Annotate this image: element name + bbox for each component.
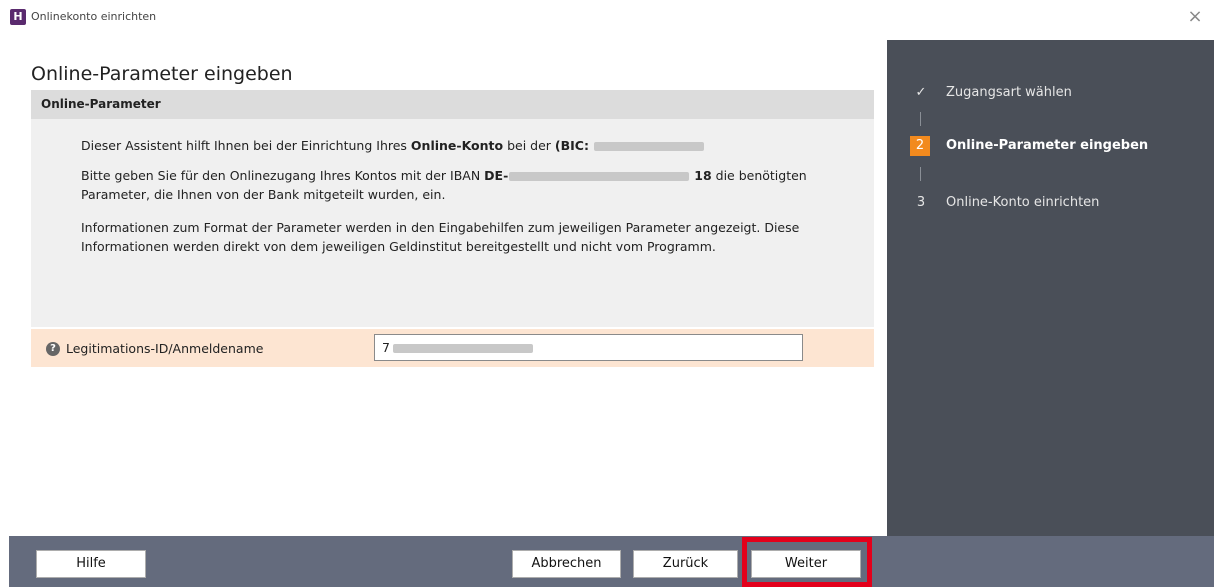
close-icon[interactable]: ×	[1184, 6, 1206, 28]
legitimation-id-input[interactable]: 7	[374, 334, 803, 361]
step-label: Online-Konto einrichten	[946, 195, 1100, 210]
title-bar: H Onlinekonto einrichten ×	[0, 0, 1214, 40]
step-connector	[920, 112, 921, 126]
wizard-steps-sidebar: ✓ Zugangsart wählen 2 Online-Parameter e…	[887, 40, 1214, 536]
intro-text-a: Dieser Assistent hilft Ihnen bei der Ein…	[81, 138, 411, 153]
iban-text-a: Bitte geben Sie für den Onlinezugang Ihr…	[81, 168, 485, 183]
legitimation-id-value: 7	[382, 340, 390, 355]
help-button[interactable]: Hilfe	[36, 550, 146, 578]
step-number: 3	[916, 195, 926, 210]
iban-paragraph: Bitte geben Sie für den Onlinezugang Ihr…	[81, 166, 811, 204]
intro-bold-account: Online-Konto	[410, 138, 504, 153]
app-logo-icon: H	[10, 9, 26, 25]
format-info-paragraph: Informationen zum Format der Parameter w…	[81, 220, 800, 254]
section-title: Online-Parameter	[41, 97, 161, 111]
step-label: Online-Parameter eingeben	[946, 138, 1149, 153]
step-connector	[920, 167, 921, 181]
redacted-login-id	[393, 344, 533, 353]
step-label: Zugangsart wählen	[946, 85, 1072, 100]
checkmark-icon: ✓	[915, 85, 927, 100]
redacted-bic	[594, 142, 705, 151]
intro-bold-bic: (BIC:	[554, 138, 594, 153]
page-title: Online-Parameter eingeben	[31, 63, 293, 85]
intro-text-b: bei der	[503, 138, 555, 153]
intro-paragraph: Dieser Assistent hilft Ihnen bei der Ein…	[81, 136, 811, 155]
redacted-iban	[509, 172, 690, 181]
cancel-button[interactable]: Abbrechen	[512, 550, 621, 578]
back-button[interactable]: Zurück	[633, 550, 738, 578]
iban-bold-prefix: DE-	[484, 168, 509, 183]
legitimation-id-label: Legitimations-ID/Anmeldename	[66, 341, 264, 356]
step-number-badge: 2	[910, 136, 930, 156]
next-button[interactable]: Weiter	[751, 550, 861, 578]
help-icon[interactable]: ?	[46, 342, 60, 356]
main-panel: Online-Parameter eingeben Online-Paramet…	[9, 40, 887, 536]
info-box: Dieser Assistent hilft Ihnen bei der Ein…	[31, 119, 874, 327]
iban-bold-suffix: 18	[694, 168, 712, 183]
button-bar: Hilfe Abbrechen Zurück Weiter	[9, 536, 1214, 587]
window-title: Onlinekonto einrichten	[31, 10, 157, 23]
section-header: Online-Parameter	[31, 90, 874, 119]
